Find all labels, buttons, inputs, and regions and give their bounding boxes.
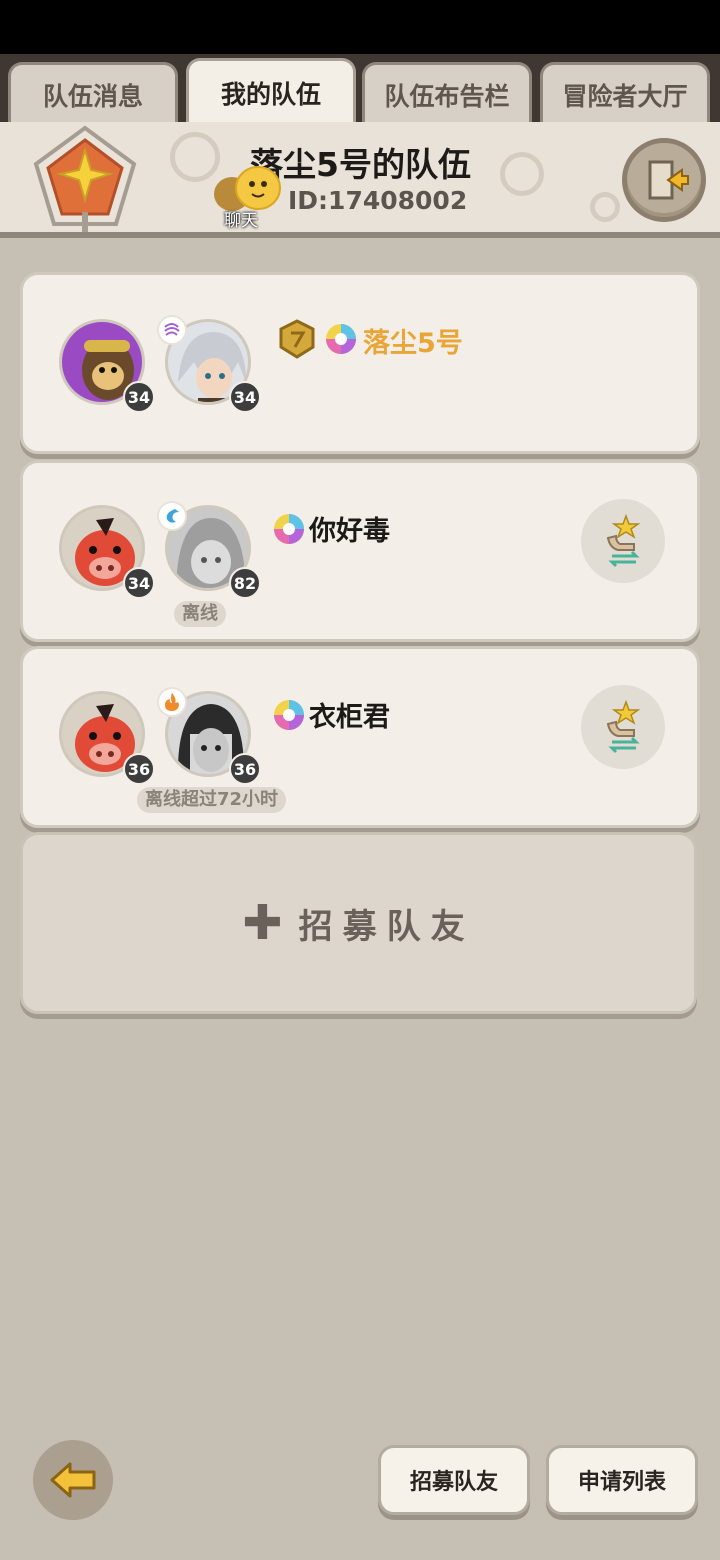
team-emblem-icon: [33, 125, 137, 232]
offline-status: 离线超过72小时: [137, 787, 287, 813]
leave-team-icon: [648, 160, 689, 200]
pet-level: 34: [123, 381, 155, 413]
hero-level: 34: [229, 381, 261, 413]
transfer-leader-button[interactable]: [581, 499, 665, 583]
back-button[interactable]: [33, 1440, 113, 1520]
member-name: 你好毒: [309, 516, 390, 547]
tab-my-team[interactable]: 我的队伍: [186, 58, 356, 124]
rank-gem-icon: [326, 324, 356, 354]
member-card-1: 34 34 落尘5号: [20, 272, 700, 454]
offline-status: 离线: [174, 601, 226, 627]
transfer-leader-button[interactable]: [581, 685, 665, 769]
member-name: 衣柜君: [309, 702, 390, 733]
rank-gem-icon: [274, 514, 304, 544]
status-bar: [0, 0, 720, 54]
member-card-3: 36 36 离线超过72小时 衣柜君: [20, 646, 700, 828]
recruit-button[interactable]: 招募队友: [378, 1445, 530, 1515]
team-id: ID:17408002: [288, 186, 468, 215]
wind-element-icon: [157, 315, 187, 345]
recruit-slot-label: 招募队友: [298, 906, 475, 947]
tab-team-messages[interactable]: 队伍消息: [8, 62, 178, 124]
leader-shield-icon: [279, 319, 315, 359]
water-element-icon: [157, 501, 187, 531]
plus-icon: ✚: [242, 895, 283, 951]
back-arrow-icon: [50, 1462, 96, 1498]
pet-level: 36: [123, 753, 155, 785]
member-card-2: 34 82 离线 你好毒: [20, 460, 700, 642]
transfer-leader-icon: [606, 514, 641, 568]
recruit-slot[interactable]: ✚ 招募队友: [20, 832, 697, 1014]
fire-element-icon: [157, 687, 187, 717]
transfer-leader-icon: [606, 700, 641, 754]
apply-list-button[interactable]: 申请列表: [546, 1445, 698, 1515]
team-header: 落尘5号的队伍 ID:17408002 聊天: [0, 122, 720, 238]
member-name: 落尘5号: [363, 328, 463, 359]
hero-level: 36: [229, 753, 261, 785]
tab-bar: 队伍消息 我的队伍 队伍布告栏 冒险者大厅: [0, 54, 720, 124]
tab-adventurer-hall[interactable]: 冒险者大厅: [540, 62, 710, 124]
tab-team-bulletin[interactable]: 队伍布告栏: [362, 62, 532, 124]
pet-level: 34: [123, 567, 155, 599]
rank-gem-icon: [274, 700, 304, 730]
hero-level: 82: [229, 567, 261, 599]
chat-label: 聊天: [224, 211, 258, 231]
leave-team-button[interactable]: [622, 138, 706, 222]
